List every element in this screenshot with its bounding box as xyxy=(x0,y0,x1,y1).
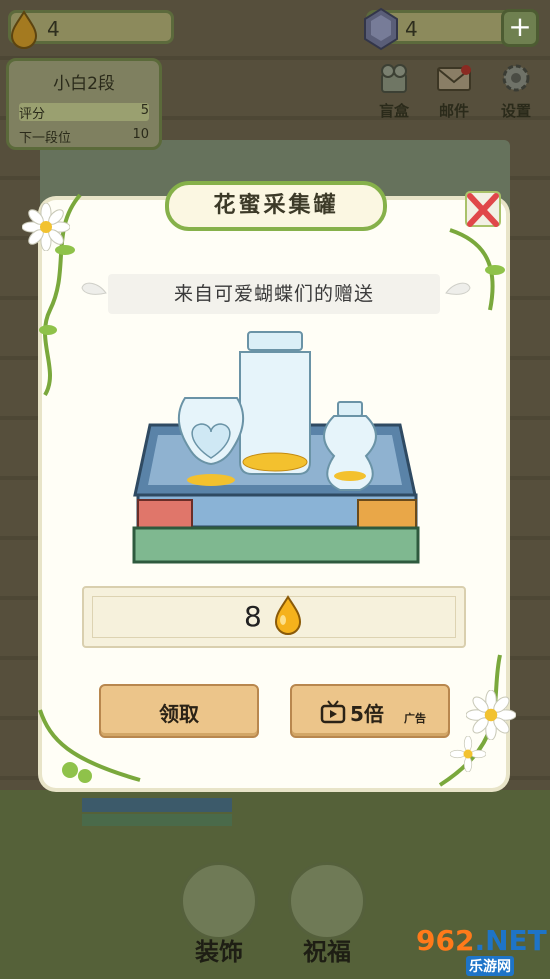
dialog-subtitle-box: 来自可爱蝴蝶们的赠送 xyxy=(108,274,440,314)
butterfly-icon xyxy=(288,862,366,940)
settings-label: 设置 xyxy=(500,102,531,120)
bless-button[interactable]: 祝福 xyxy=(284,862,370,966)
claim-label: 领取 xyxy=(159,702,199,726)
honey-drop-icon xyxy=(274,595,302,635)
daisy-icon xyxy=(466,690,516,740)
add-gem-button[interactable]: + xyxy=(501,9,539,47)
settings-button[interactable]: 设置 xyxy=(490,62,542,120)
gem-icon xyxy=(364,7,398,51)
reward-amount-box: 8 xyxy=(82,586,466,648)
gem-count: 4 xyxy=(405,17,418,41)
watch-ad-5x-button[interactable]: 5倍 广告 xyxy=(290,684,450,738)
next-rank-value: 10 xyxy=(132,127,149,142)
mail-button[interactable]: 邮件 xyxy=(428,62,480,120)
mail-label: 邮件 xyxy=(438,102,469,120)
nectar-jars-illustration xyxy=(132,331,420,564)
honey-counter: 4 xyxy=(8,10,174,49)
score-label: 评分 xyxy=(19,107,46,122)
site-watermark: 962.NET 乐游网 xyxy=(410,924,548,976)
background-shelf xyxy=(82,798,232,826)
blind-box-button[interactable]: 盲盒 xyxy=(368,62,420,120)
daisy-icon xyxy=(22,203,70,251)
decorate-label: 装饰 xyxy=(195,938,243,966)
gear-icon xyxy=(502,64,530,92)
ad-tag: 广告 xyxy=(404,712,426,725)
dialog-title-banner: 花蜜采集罐 xyxy=(165,181,387,231)
plant-pot-icon xyxy=(180,862,258,940)
butterfly-wing-icon xyxy=(445,282,471,295)
watermark-site: 乐游网 xyxy=(466,956,514,976)
rank-title: 小白2段 xyxy=(53,74,115,94)
blind-box-label: 盲盒 xyxy=(378,102,409,120)
blind-box-icon xyxy=(381,64,407,93)
score-value: 5 xyxy=(140,103,149,118)
top-bar: 4 4 + xyxy=(0,0,550,56)
daisy-icon xyxy=(450,736,486,772)
mail-icon xyxy=(437,65,471,91)
tv-icon xyxy=(320,700,346,724)
gem-counter: 4 + xyxy=(364,7,539,51)
next-rank-row: 下一段位 10 xyxy=(19,127,149,146)
bless-label: 祝福 xyxy=(303,938,351,966)
ad-multiplier-label: 5倍 xyxy=(350,702,384,726)
rank-panel[interactable]: 小白2段 评分 5 下一段位 10 xyxy=(6,58,162,150)
dialog-title: 花蜜采集罐 xyxy=(213,193,339,218)
reward-amount: 8 xyxy=(244,600,262,633)
honey-count: 4 xyxy=(47,17,60,41)
claim-button[interactable]: 领取 xyxy=(99,684,259,738)
dialog-subtitle: 来自可爱蝴蝶们的赠送 xyxy=(173,283,374,305)
close-icon[interactable] xyxy=(458,186,508,236)
decorate-button[interactable]: 装饰 xyxy=(176,862,262,966)
next-rank-label: 下一段位 xyxy=(19,131,72,146)
watermark-logo: 962.NET xyxy=(416,924,547,957)
score-row: 评分 5 xyxy=(19,103,149,122)
honey-drop-icon xyxy=(10,10,38,49)
butterfly-wing-icon xyxy=(81,282,107,295)
